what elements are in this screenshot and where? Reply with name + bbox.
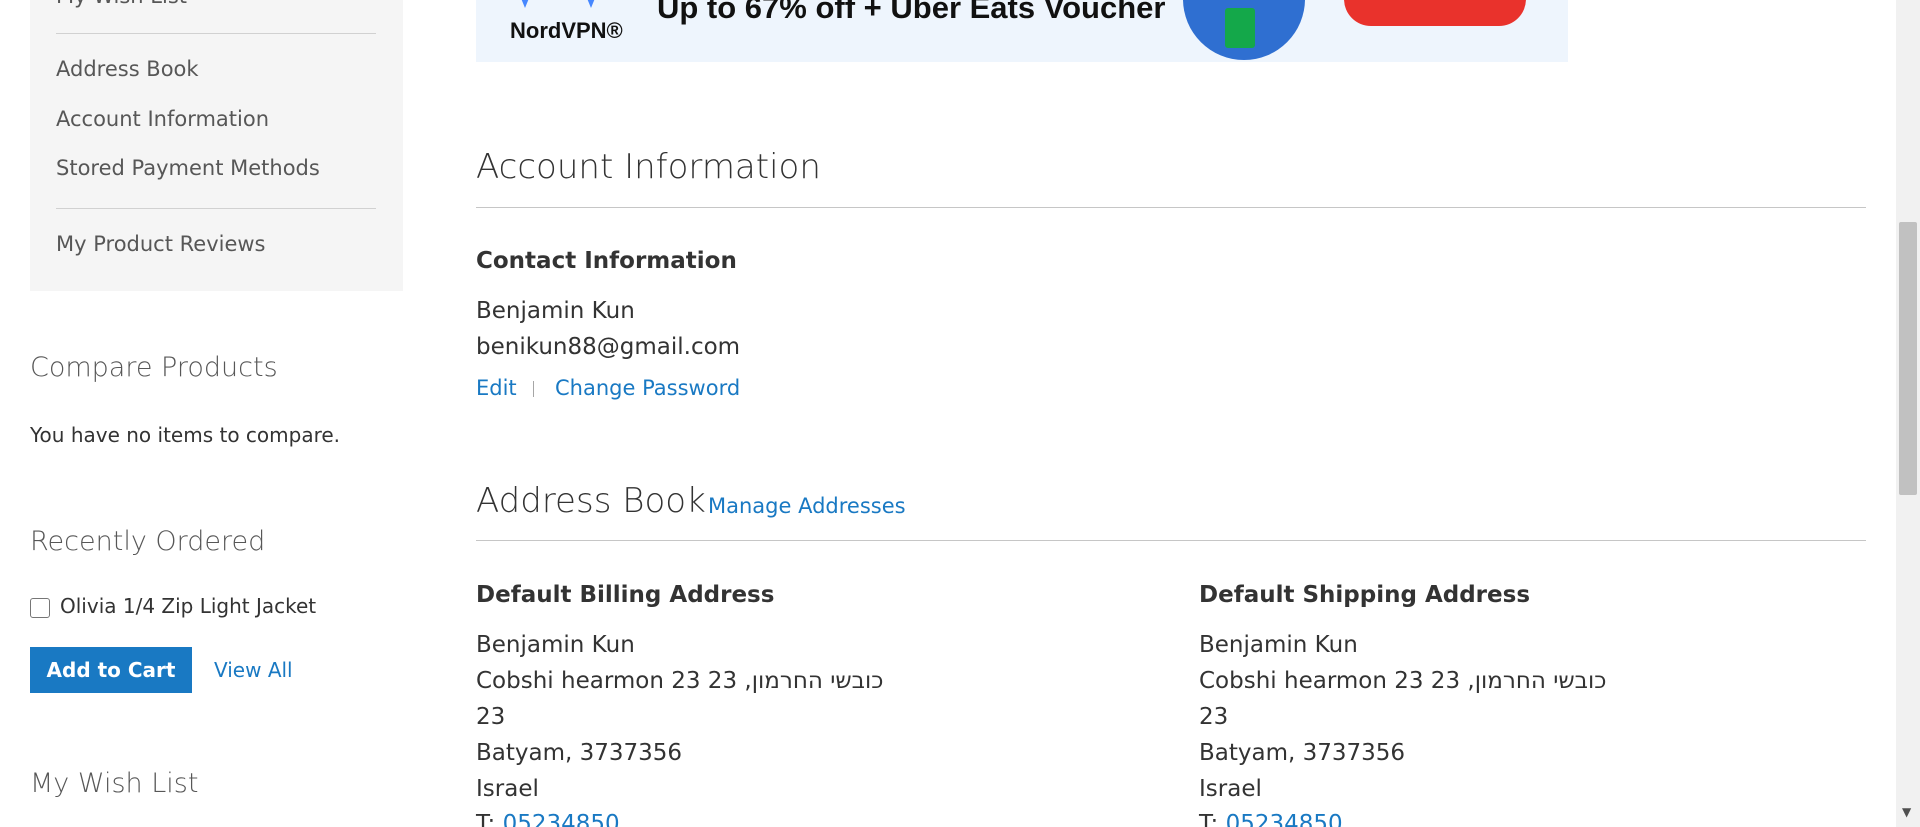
billing-city: Batyam, 3737356 [476, 740, 683, 766]
banner-cta-button[interactable] [1344, 0, 1526, 26]
nav-item-product-reviews[interactable]: My Product Reviews [56, 232, 266, 256]
shipping-phone: T: 05234850 [1199, 811, 1343, 827]
contact-email: benikun88@gmail.com [476, 334, 741, 360]
default-shipping-title: Default Shipping Address [1199, 582, 1531, 608]
recently-ordered-item-label[interactable]: Olivia 1/4 Zip Light Jacket [60, 594, 316, 618]
account-nav: My Wish List Address Book Account Inform… [30, 0, 403, 291]
banner-brand: NordVPN® [510, 18, 623, 43]
billing-street-line2: 23 [476, 704, 506, 730]
nav-item-wishlist[interactable]: My Wish List [56, 0, 187, 8]
billing-name: Benjamin Kun [476, 632, 635, 658]
phone-prefix: T: [1199, 811, 1219, 827]
nav-item-stored-payment-methods[interactable]: Stored Payment Methods [56, 156, 320, 180]
add-to-cart-button[interactable]: Add to Cart [30, 647, 192, 693]
shipping-name: Benjamin Kun [1199, 632, 1358, 658]
default-billing-title: Default Billing Address [476, 582, 775, 608]
edit-contact-link[interactable]: Edit [476, 376, 517, 400]
shipping-street: Cobshi hearmon 23 23 ,כובשי החרמון [1199, 668, 1607, 694]
nav-divider [56, 33, 376, 34]
wishlist-title: My Wish List [30, 768, 199, 799]
compare-products-title: Compare Products [30, 352, 278, 383]
shopping-bag-icon [1225, 8, 1255, 48]
section-divider [476, 540, 1866, 541]
change-password-link[interactable]: Change Password [555, 376, 740, 400]
nordvpn-logo-mark [582, 0, 600, 8]
scrollbar-thumb[interactable] [1899, 222, 1917, 495]
nordvpn-logo-mark [516, 0, 534, 8]
compare-empty-text: You have no items to compare. [30, 423, 341, 447]
manage-addresses-link[interactable]: Manage Addresses [708, 494, 906, 518]
banner-person-image [1183, 0, 1305, 60]
shipping-phone-link[interactable]: 05234850 [1226, 811, 1343, 827]
contact-name: Benjamin Kun [476, 298, 635, 324]
recently-ordered-title: Recently Ordered [30, 526, 266, 557]
address-book-title: Address Book [476, 481, 706, 521]
promo-banner[interactable]: NordVPN® Up to 67% off + Uber Eats Vouch… [476, 0, 1568, 62]
shipping-country: Israel [1199, 776, 1262, 802]
phone-prefix: T: [476, 811, 496, 827]
shipping-city: Batyam, 3737356 [1199, 740, 1406, 766]
link-separator [533, 381, 534, 397]
billing-street: Cobshi hearmon 23 23 ,כובשי החרמון [476, 668, 884, 694]
scroll-down-arrow-icon[interactable]: ▼ [1902, 805, 1911, 819]
shipping-street-line2: 23 [1199, 704, 1229, 730]
billing-country: Israel [476, 776, 539, 802]
nav-item-address-book[interactable]: Address Book [56, 57, 199, 81]
nav-item-account-information[interactable]: Account Information [56, 107, 269, 131]
billing-phone: T: 05234850 [476, 811, 620, 827]
nav-divider [56, 208, 376, 209]
contact-information-title: Contact Information [476, 248, 737, 274]
account-information-title: Account Information [476, 147, 821, 187]
billing-phone-link[interactable]: 05234850 [503, 811, 620, 827]
banner-headline: Up to 67% off + Uber Eats Voucher [657, 0, 1166, 25]
view-all-link[interactable]: View All [214, 658, 293, 682]
recently-ordered-checkbox[interactable] [30, 598, 50, 618]
section-divider [476, 207, 1866, 208]
